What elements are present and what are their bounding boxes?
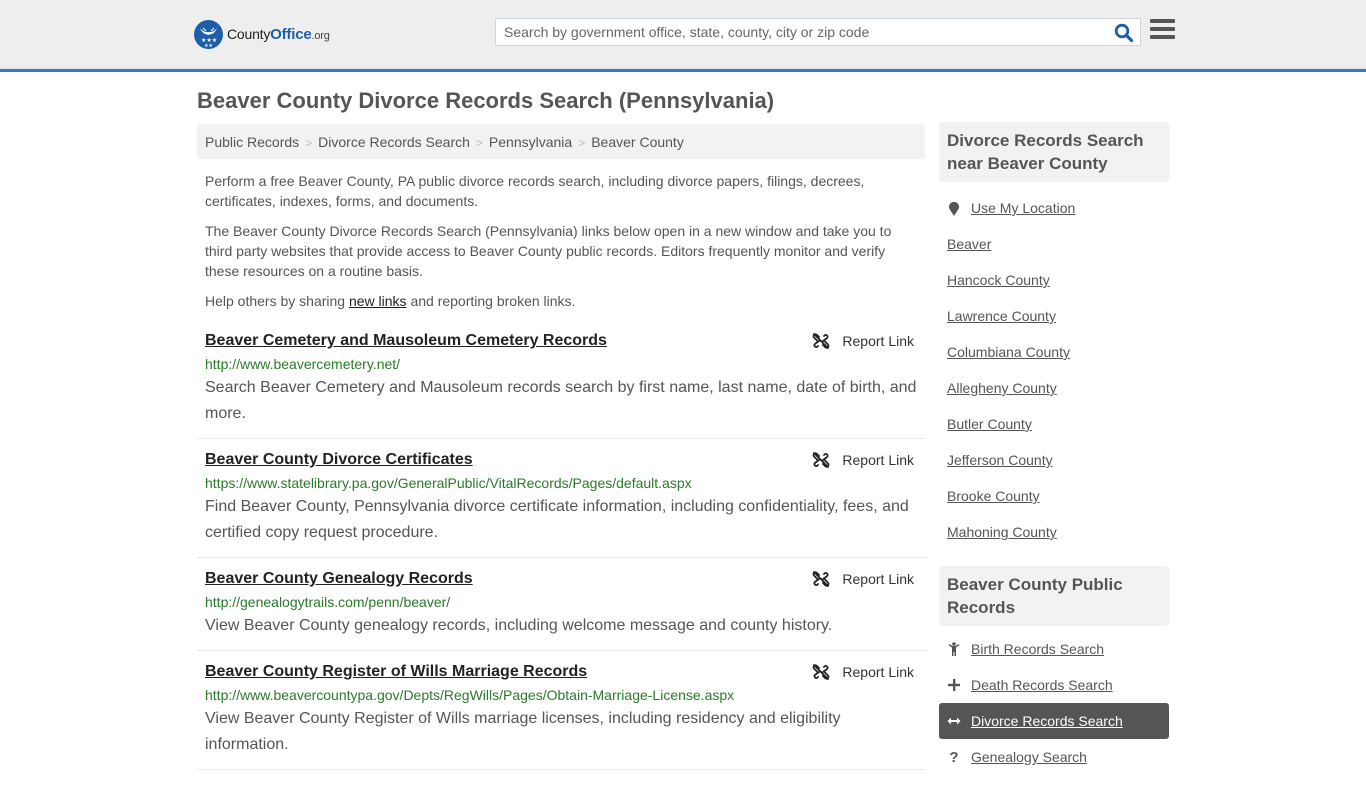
sidebar: Divorce Records Search near Beaver Count… <box>939 122 1169 789</box>
breadcrumb-separator: > <box>305 136 313 150</box>
broken-link-icon <box>813 664 830 680</box>
result-item: Beaver County Genealogy Records http://g… <box>197 558 925 651</box>
breadcrumb-beaver-county[interactable]: Beaver County <box>591 134 684 150</box>
sidebar-item-genealogy: ? Genealogy Search <box>939 739 1169 775</box>
result-url: http://genealogytrails.com/penn/beaver/ <box>205 594 451 610</box>
nearby-link[interactable]: Columbiana County <box>947 344 1070 360</box>
result-url: https://www.statelibrary.pa.gov/GeneralP… <box>205 475 692 491</box>
intro-text: Perform a free Beaver County, PA public … <box>205 171 917 321</box>
site-logo[interactable]: ★★★ ★★ CountyOffice.org <box>194 20 330 49</box>
birth-records-link[interactable]: Birth Records Search <box>971 641 1104 657</box>
broken-link-icon <box>813 452 830 468</box>
public-records-heading: Beaver County Public Records <box>939 566 1169 626</box>
hamburger-menu-button[interactable] <box>1150 19 1175 43</box>
nearby-link[interactable]: Allegheny County <box>947 380 1057 396</box>
report-link-button[interactable]: Report Link <box>812 663 914 681</box>
nearby-item-columbiana: Columbiana County <box>939 334 1169 370</box>
result-description: Find Beaver County, Pennsylvania divorce… <box>205 498 909 541</box>
result-url: http://www.beavercountypa.gov/Depts/RegW… <box>205 687 735 703</box>
result-title-link[interactable]: Beaver County Divorce Certificates <box>205 450 473 470</box>
results-list: Beaver Cemetery and Mausoleum Cemetery R… <box>197 327 925 770</box>
search-icon <box>1114 23 1134 43</box>
result-description: View Beaver County genealogy records, in… <box>205 617 833 634</box>
report-link-button[interactable]: Report Link <box>812 451 914 469</box>
nearby-link[interactable]: Beaver <box>947 236 991 252</box>
logo-text: CountyOffice.org <box>227 26 330 43</box>
eagle-logo-icon: ★★★ ★★ <box>194 20 223 49</box>
genealogy-search-link[interactable]: Genealogy Search <box>971 749 1087 765</box>
site-header: ★★★ ★★ CountyOffice.org <box>0 0 1366 72</box>
map-marker-icon <box>947 201 961 216</box>
breadcrumb-public-records[interactable]: Public Records <box>205 134 299 150</box>
nearby-link[interactable]: Mahoning County <box>947 524 1057 540</box>
divorce-records-link[interactable]: Divorce Records Search <box>971 713 1123 729</box>
breadcrumb-pennsylvania[interactable]: Pennsylvania <box>489 134 572 150</box>
new-links-link[interactable]: new links <box>349 293 407 309</box>
nearby-item-jefferson: Jefferson County <box>939 442 1169 478</box>
breadcrumb-separator: > <box>578 136 586 150</box>
nearby-item-brooke: Brooke County <box>939 478 1169 514</box>
result-url: http://www.beavercemetery.net/ <box>205 356 401 372</box>
intro-paragraph: Help others by sharing new links and rep… <box>205 293 576 309</box>
breadcrumb-divorce-records-search[interactable]: Divorce Records Search <box>318 134 470 150</box>
result-title-link[interactable]: Beaver Cemetery and Mausoleum Cemetery R… <box>205 331 607 351</box>
result-title-link[interactable]: Beaver County Register of Wills Marriage… <box>205 662 587 682</box>
death-records-link[interactable]: Death Records Search <box>971 677 1113 693</box>
result-title-link[interactable]: Beaver County Genealogy Records <box>205 569 473 589</box>
nearby-link[interactable]: Jefferson County <box>947 452 1053 468</box>
nearby-item-hancock: Hancock County <box>939 262 1169 298</box>
nearby-list: Use My Location Beaver Hancock County La… <box>939 182 1169 564</box>
use-my-location-item: Use My Location <box>939 190 1169 226</box>
nearby-link[interactable]: Butler County <box>947 416 1032 432</box>
nearby-link[interactable]: Brooke County <box>947 488 1040 504</box>
search-bar <box>495 18 1141 46</box>
result-description: Search Beaver Cemetery and Mausoleum rec… <box>205 379 917 422</box>
menu-bar-icon <box>1150 27 1175 31</box>
menu-bar-icon <box>1150 35 1175 39</box>
use-my-location-link[interactable]: Use My Location <box>971 200 1075 216</box>
sidebar-item-divorce-records: Divorce Records Search <box>939 703 1169 739</box>
result-item: Beaver Cemetery and Mausoleum Cemetery R… <box>197 327 925 439</box>
intro-paragraph: Perform a free Beaver County, PA public … <box>205 173 865 209</box>
menu-bar-icon <box>1150 19 1175 23</box>
nearby-item-mahoning: Mahoning County <box>939 514 1169 550</box>
breadcrumb-separator: > <box>475 136 483 150</box>
nearby-link[interactable]: Lawrence County <box>947 308 1056 324</box>
result-item: Beaver County Divorce Certificates https… <box>197 439 925 558</box>
nearby-item-beaver: Beaver <box>939 226 1169 262</box>
search-input[interactable] <box>496 19 1106 45</box>
child-icon <box>947 642 961 656</box>
search-button[interactable] <box>1114 23 1134 43</box>
arrows-horizontal-icon <box>947 716 961 726</box>
nearby-item-allegheny: Allegheny County <box>939 370 1169 406</box>
broken-link-icon <box>813 333 830 349</box>
nearby-item-lawrence: Lawrence County <box>939 298 1169 334</box>
report-link-button[interactable]: Report Link <box>812 332 914 350</box>
sidebar-item-death-records: Death Records Search <box>939 667 1169 703</box>
broken-link-icon <box>813 571 830 587</box>
breadcrumb: Public Records > Divorce Records Search > Pe… <box>197 124 925 159</box>
question-icon: ? <box>949 748 959 766</box>
nearby-item-butler: Butler County <box>939 406 1169 442</box>
page-title: Beaver County Divorce Records Search (Pe… <box>197 88 775 113</box>
plus-icon <box>947 679 961 691</box>
nearby-link[interactable]: Hancock County <box>947 272 1050 288</box>
public-records-list: Birth Records Search Death Records Searc… <box>939 626 1169 789</box>
sidebar-item-birth-records: Birth Records Search <box>939 631 1169 667</box>
svg-text:★★: ★★ <box>204 43 213 49</box>
result-description: View Beaver County Register of Wills mar… <box>205 710 841 753</box>
intro-paragraph: The Beaver County Divorce Records Search… <box>205 223 892 279</box>
result-item: Beaver County Register of Wills Marriage… <box>197 651 925 770</box>
report-link-button[interactable]: Report Link <box>812 570 914 588</box>
nearby-heading: Divorce Records Search near Beaver Count… <box>939 122 1169 182</box>
